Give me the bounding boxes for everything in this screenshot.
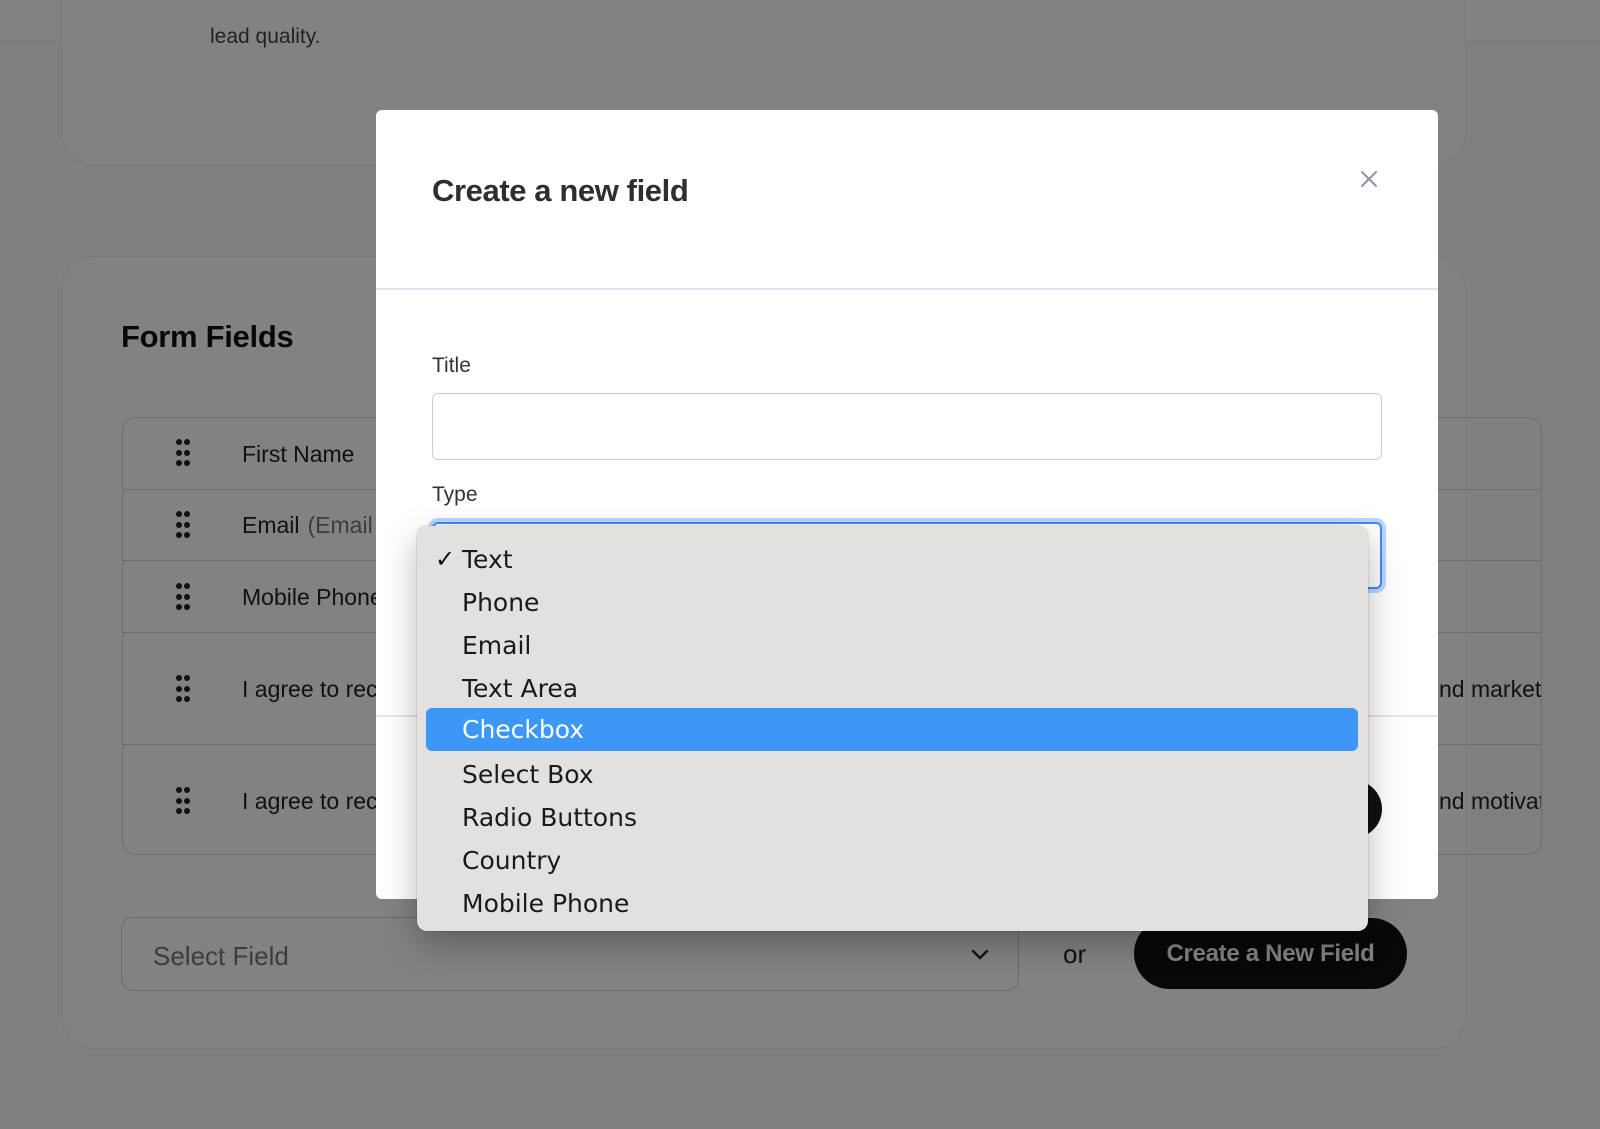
option-text-area[interactable]: Text Area (426, 667, 1358, 710)
option-select-box[interactable]: Select Box (426, 753, 1358, 796)
modal-header-divider (376, 288, 1438, 290)
option-phone[interactable]: Phone (426, 581, 1358, 624)
checkmark-icon: ✓ (435, 545, 456, 573)
option-country[interactable]: Country (426, 839, 1358, 882)
type-options-list: ✓ Text Phone Email Text Area Checkbox Se… (417, 526, 1368, 931)
option-email[interactable]: Email (426, 624, 1358, 667)
title-input[interactable] (432, 393, 1382, 460)
type-label: Type (432, 483, 478, 506)
option-mobile-phone[interactable]: Mobile Phone (426, 882, 1358, 925)
modal-title: Create a new field (432, 173, 689, 208)
option-text[interactable]: ✓ Text (426, 538, 1358, 581)
option-radio-buttons[interactable]: Radio Buttons (426, 796, 1358, 839)
close-button[interactable] (1356, 166, 1382, 192)
option-checkbox[interactable]: Checkbox (426, 708, 1358, 751)
close-icon (1361, 171, 1377, 187)
title-label: Title (432, 354, 471, 377)
